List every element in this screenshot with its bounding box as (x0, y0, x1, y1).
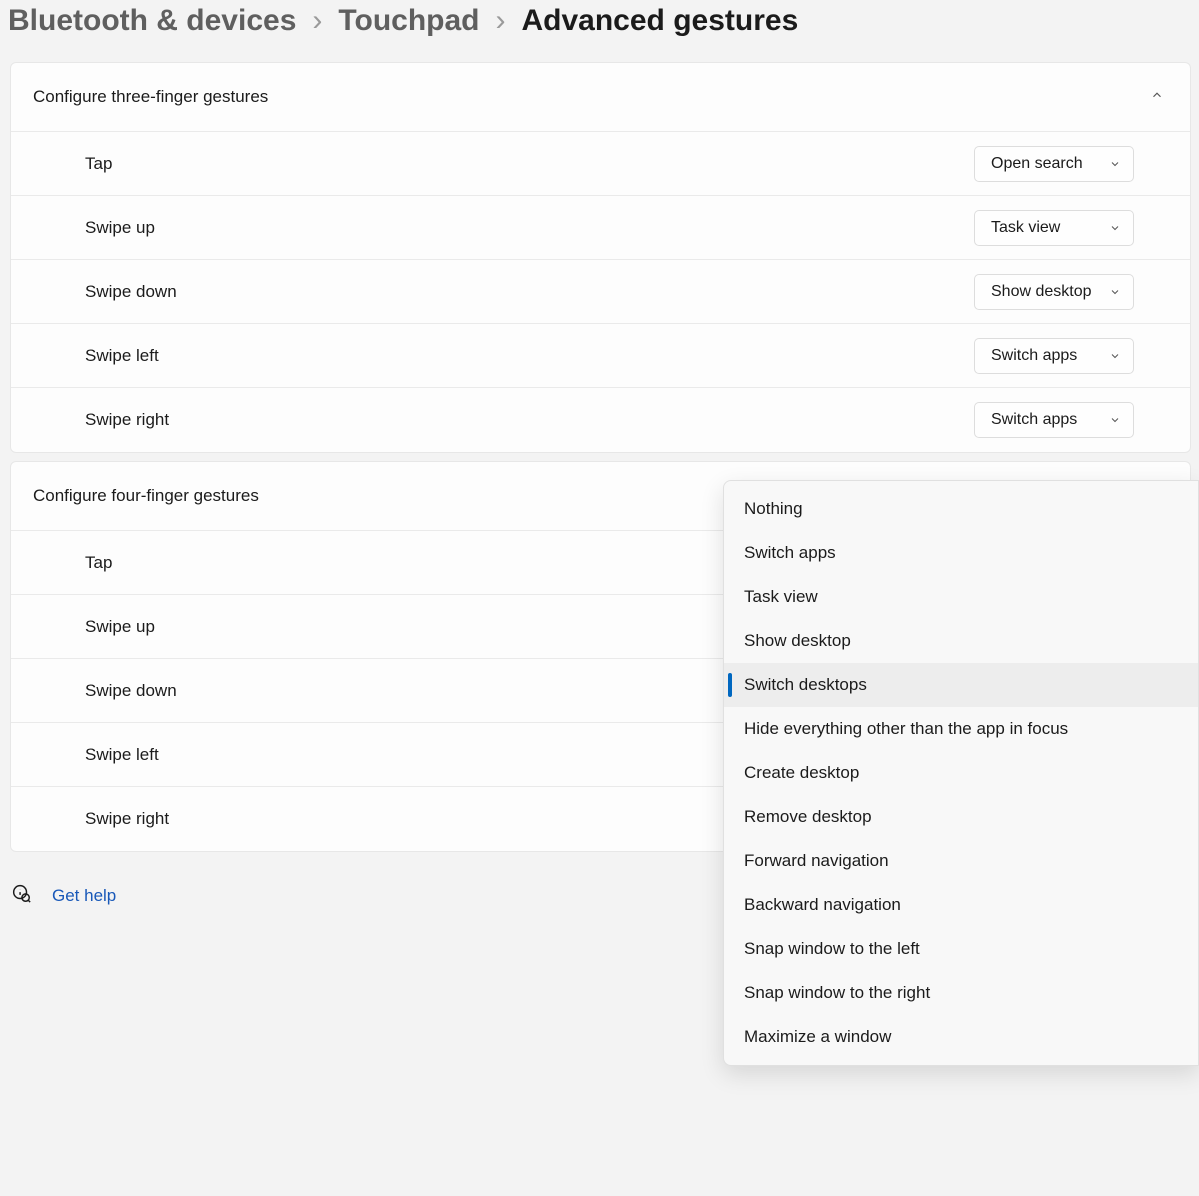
gesture-dropdown-swipe-right[interactable]: Switch apps (974, 402, 1134, 438)
gesture-options-menu: Nothing Switch apps Task view Show deskt… (723, 480, 1199, 1066)
menu-option-selected[interactable]: Switch desktops (724, 663, 1198, 707)
gesture-dropdown-tap[interactable]: Open search (974, 146, 1134, 182)
chevron-down-icon (1109, 158, 1121, 170)
gesture-dropdown-swipe-up[interactable]: Task view (974, 210, 1134, 246)
chevron-down-icon (1109, 414, 1121, 426)
menu-option[interactable]: Snap window to the right (724, 971, 1198, 1015)
three-finger-section: Configure three-finger gestures Tap Open… (10, 62, 1191, 453)
menu-option[interactable]: Task view (724, 575, 1198, 619)
menu-option[interactable]: Snap window to the left (724, 927, 1198, 971)
chevron-down-icon (1109, 222, 1121, 234)
three-finger-header[interactable]: Configure three-finger gestures (11, 63, 1190, 132)
gesture-row-swipe-down: Swipe down Show desktop (11, 260, 1190, 324)
breadcrumb: Bluetooth & devices › Touchpad › Advance… (0, 0, 1199, 62)
dropdown-value: Task view (991, 219, 1060, 237)
menu-option[interactable]: Create desktop (724, 751, 1198, 795)
chevron-down-icon (1109, 286, 1121, 298)
gesture-dropdown-swipe-down[interactable]: Show desktop (974, 274, 1134, 310)
menu-option[interactable]: Forward navigation (724, 839, 1198, 883)
dropdown-value: Switch apps (991, 347, 1077, 365)
menu-option[interactable]: Nothing (724, 487, 1198, 531)
gesture-label: Swipe down (85, 681, 177, 701)
breadcrumb-link-touchpad[interactable]: Touchpad (338, 4, 479, 38)
section-title: Configure three-finger gestures (33, 87, 268, 107)
gesture-dropdown-swipe-left[interactable]: Switch apps (974, 338, 1134, 374)
gesture-label: Swipe left (85, 745, 159, 765)
breadcrumb-current: Advanced gestures (521, 4, 798, 38)
menu-option[interactable]: Show desktop (724, 619, 1198, 663)
chevron-right-icon: › (495, 4, 505, 38)
menu-option[interactable]: Hide everything other than the app in fo… (724, 707, 1198, 751)
gesture-row-swipe-up: Swipe up Task view (11, 196, 1190, 260)
gesture-label: Swipe left (85, 346, 159, 366)
gesture-row-tap: Tap Open search (11, 132, 1190, 196)
gesture-label: Swipe up (85, 218, 155, 238)
menu-option[interactable]: Backward navigation (724, 883, 1198, 927)
menu-option[interactable]: Remove desktop (724, 795, 1198, 839)
dropdown-value: Show desktop (991, 283, 1092, 301)
chevron-up-icon (1150, 87, 1164, 107)
dropdown-value: Switch apps (991, 411, 1077, 429)
help-icon (10, 882, 32, 909)
dropdown-value: Open search (991, 155, 1083, 173)
breadcrumb-link-bluetooth[interactable]: Bluetooth & devices (8, 4, 296, 38)
gesture-label: Tap (85, 154, 112, 174)
get-help-link[interactable]: Get help (52, 886, 116, 906)
gesture-label: Swipe up (85, 617, 155, 637)
gesture-label: Swipe right (85, 410, 169, 430)
gesture-label: Swipe down (85, 282, 177, 302)
chevron-right-icon: › (312, 4, 322, 38)
menu-option[interactable]: Maximize a window (724, 1015, 1198, 1059)
section-title: Configure four-finger gestures (33, 486, 259, 506)
gesture-label: Tap (85, 553, 112, 573)
gesture-row-swipe-right: Swipe right Switch apps (11, 388, 1190, 452)
menu-option[interactable]: Switch apps (724, 531, 1198, 575)
chevron-down-icon (1109, 350, 1121, 362)
gesture-label: Swipe right (85, 809, 169, 829)
gesture-row-swipe-left: Swipe left Switch apps (11, 324, 1190, 388)
